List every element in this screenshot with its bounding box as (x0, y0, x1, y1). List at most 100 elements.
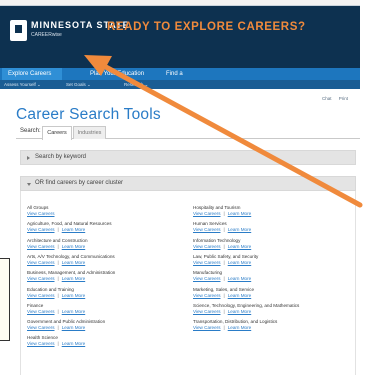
view-careers-link[interactable]: View Careers (193, 293, 221, 298)
learn-more-link[interactable]: Learn More (228, 276, 252, 281)
career-cluster-item: Science, Technology, Engineering, and Ma… (193, 303, 343, 315)
career-cluster-item: Hospitality and Tourism View Careers | Lear… (193, 205, 343, 217)
view-careers-link[interactable]: View Careers (193, 244, 221, 249)
career-cluster-item: Finance View Careers | Learn More (27, 303, 177, 315)
link-separator: | (223, 276, 225, 282)
view-careers-link[interactable]: View Careers (193, 211, 221, 216)
view-careers-link[interactable]: View Careers (193, 276, 221, 281)
career-cluster-item: Health Science View Careers | Learn More (27, 335, 177, 347)
link-separator: | (223, 211, 225, 216)
view-careers-link[interactable]: View Careers (27, 325, 55, 330)
secondary-nav: Assess Yourself ⌄ Set Goals ⌄ Research ⌄ (0, 80, 360, 89)
view-careers-link[interactable]: View Careers (27, 341, 55, 346)
learn-more-link[interactable]: Learn More (228, 260, 252, 265)
cluster-links: View Careers | Learn More (27, 309, 177, 315)
cluster-links: View Careers | Learn More (27, 276, 177, 282)
cluster-links: View Careers | Learn More (27, 325, 177, 331)
cluster-links: View Careers | Learn More (27, 244, 177, 250)
learn-more-link[interactable]: Learn More (62, 325, 86, 330)
link-separator: | (57, 292, 59, 298)
career-cluster-item: Government and Public Administration View… (27, 319, 177, 331)
subnav-research[interactable]: Research ⌄ (124, 80, 148, 89)
chat-link[interactable]: Chat (322, 96, 332, 101)
search-label: Search: (20, 128, 41, 134)
print-link[interactable]: Print (339, 96, 348, 101)
learn-more-link[interactable]: Learn More (228, 309, 252, 314)
career-cluster-list: All Groups View Careers Agriculture, Food,… (20, 191, 356, 375)
minnesota-state-logo-icon[interactable] (10, 20, 27, 41)
career-cluster-item: Arts, A/V Technology, and Communications… (27, 254, 177, 266)
view-careers-link[interactable]: View Careers (27, 260, 55, 265)
learn-more-link[interactable]: Learn More (228, 325, 252, 330)
cluster-links: View Careers | Learn More (193, 260, 343, 266)
link-separator: | (223, 292, 225, 298)
learn-more-link[interactable]: Learn More (228, 244, 252, 249)
link-separator: | (57, 227, 59, 233)
cluster-links: View Careers | Learn More (193, 244, 343, 250)
site-header: MINNESOTA STATE CAREERwise READY TO EXPL… (0, 0, 360, 68)
learn-more-link[interactable]: Learn More (62, 260, 86, 265)
view-careers-link[interactable]: View Careers (27, 227, 55, 232)
link-separator: | (57, 341, 59, 347)
cluster-links: View Careers | Learn More (27, 227, 177, 233)
learn-more-link[interactable]: Learn More (228, 293, 252, 298)
learn-more-link[interactable]: Learn More (62, 227, 86, 232)
view-careers-link[interactable]: View Careers (193, 309, 221, 314)
cluster-links: View Careers | Learn More (193, 227, 343, 233)
view-careers-link[interactable]: View Careers (193, 260, 221, 265)
link-separator: | (57, 308, 59, 314)
learn-more-link[interactable]: Learn More (62, 276, 86, 281)
learn-more-link[interactable]: Learn More (62, 341, 86, 346)
subnav-assess-yourself[interactable]: Assess Yourself ⌄ (4, 80, 41, 89)
link-separator: | (223, 308, 225, 314)
link-separator: | (223, 227, 225, 233)
career-cluster-item: Education and Training View Careers | Learn… (27, 287, 177, 299)
view-careers-link[interactable]: View Careers (27, 293, 55, 298)
tab-industries[interactable]: Industries (73, 126, 106, 139)
inset-box (0, 258, 10, 341)
view-careers-link[interactable]: View Careers (27, 309, 55, 314)
career-cluster-item: Transportation, Distribution, and Logist… (193, 319, 343, 331)
view-careers-link[interactable]: View Careers (27, 244, 55, 249)
nav-find-a-job[interactable]: Find a Job (160, 68, 200, 89)
link-separator: | (223, 243, 225, 249)
learn-more-link[interactable]: Learn More (62, 309, 86, 314)
career-cluster-item: Information Technology View Careers | Learn… (193, 238, 343, 250)
link-separator: | (57, 243, 59, 249)
nav-plan-your-education[interactable]: Plan Your Education (84, 68, 152, 80)
cluster-links: View Careers | Learn More (193, 211, 343, 217)
page-title: Career Search Tools (16, 106, 161, 123)
career-cluster-toggle[interactable]: OR find careers by career cluster (20, 176, 356, 191)
link-separator: | (223, 259, 225, 265)
tab-careers[interactable]: Careers (42, 126, 72, 140)
link-separator: | (57, 276, 59, 282)
link-separator: | (57, 325, 59, 331)
learn-more-link[interactable]: Learn More (62, 244, 86, 249)
utility-links: Chat Print (316, 96, 348, 101)
cluster-links: View Careers (27, 211, 177, 217)
header-headline: READY TO EXPLORE CAREERS? (107, 21, 306, 33)
view-careers-link[interactable]: View Careers (193, 325, 221, 330)
learn-more-link[interactable]: Learn More (228, 211, 252, 216)
learn-more-link[interactable]: Learn More (228, 227, 252, 232)
view-careers-link[interactable]: View Careers (27, 276, 55, 281)
primary-nav: Explore Careers Plan Your Education Find… (0, 68, 360, 89)
career-cluster-item: Agriculture, Food, and Natural Resources… (27, 221, 177, 233)
page: MINNESOTA STATE CAREERwise READY TO EXPL… (0, 0, 368, 375)
view-careers-link[interactable]: View Careers (193, 227, 221, 232)
view-careers-link[interactable]: View Careers (27, 211, 55, 216)
brand-subtitle: CAREERwise (31, 32, 62, 38)
subnav-set-goals[interactable]: Set Goals ⌄ (66, 80, 91, 89)
career-cluster-item: Business, Management, and Administration… (27, 270, 177, 282)
link-separator: | (57, 259, 59, 265)
search-by-keyword-toggle[interactable]: Search by keyword (20, 150, 356, 165)
cluster-links: View Careers | Learn More (27, 341, 177, 347)
career-cluster-item: Marketing, Sales, and Service View Career… (193, 287, 343, 299)
cluster-links: View Careers | Learn More (193, 276, 343, 282)
career-cluster-item: Law, Public Safety, and Security View Car… (193, 254, 343, 266)
learn-more-link[interactable]: Learn More (62, 293, 86, 298)
nav-explore-careers[interactable]: Explore Careers (2, 68, 62, 80)
career-cluster-item: Human Services View Careers | Learn More (193, 221, 343, 233)
search-tabs: Search: Careers Industries (16, 125, 360, 140)
cluster-links: View Careers | Learn More (193, 309, 343, 315)
